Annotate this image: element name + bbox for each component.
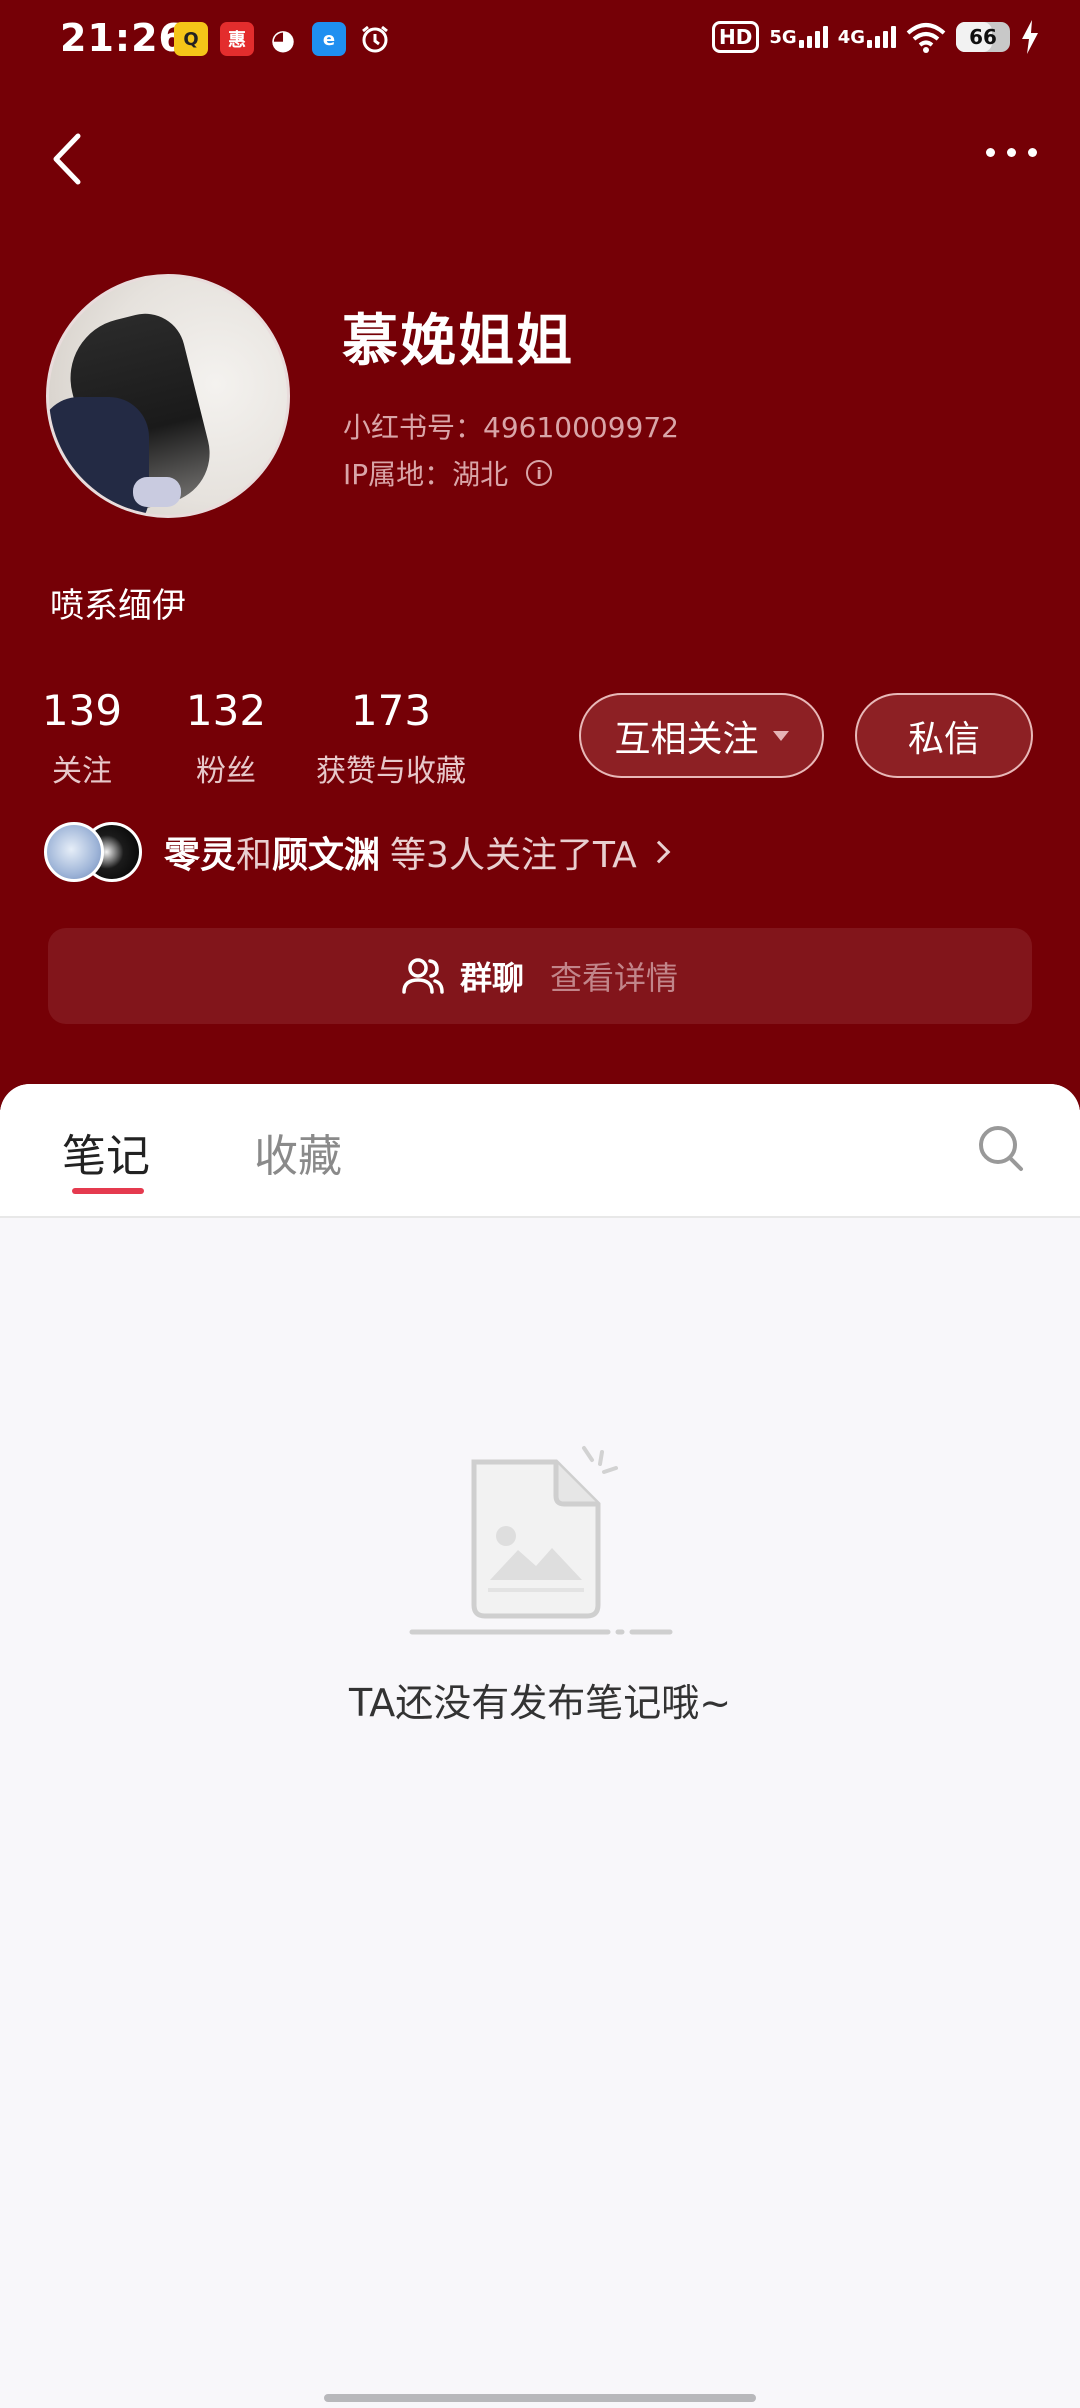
hd-icon: HD xyxy=(712,21,760,53)
message-label: 私信 xyxy=(907,718,980,760)
following-label: 关注 xyxy=(52,754,112,789)
empty-state-message: TA还没有发布笔记哦~ xyxy=(348,1681,732,1725)
red-id[interactable]: 小红书号：49610009972 xyxy=(343,406,679,446)
mutual-name-1: 零灵 xyxy=(164,835,237,876)
nickname: 慕娩姐姐 xyxy=(342,309,574,374)
mutual-followers-text: 零灵 和 顾文渊 等3人关注了TA xyxy=(164,826,671,878)
fans-label: 粉丝 xyxy=(196,754,256,789)
group-icon xyxy=(402,958,444,994)
mutual-follow-label: 互相关注 xyxy=(614,718,759,760)
info-icon[interactable]: i xyxy=(526,460,553,486)
tab-bar: 笔记 收藏 xyxy=(0,1084,1080,1218)
fans-count: 132 xyxy=(185,686,267,735)
wifi-icon xyxy=(906,23,946,53)
bio: 喷系缅伊 xyxy=(50,586,186,626)
caret-down-icon xyxy=(772,730,789,741)
back-button[interactable] xyxy=(44,124,104,194)
alarm-icon xyxy=(358,22,392,56)
likes-label: 获赞与收藏 xyxy=(316,754,466,789)
notification-icons: Q 惠 ◕ e xyxy=(174,22,392,56)
following-stat[interactable]: 139 关注 xyxy=(42,686,122,790)
more-dot-icon xyxy=(985,147,995,157)
avatar[interactable] xyxy=(46,274,290,518)
battery-icon: 66 xyxy=(956,22,1010,52)
tab-notes[interactable]: 笔记 xyxy=(62,1120,150,1184)
search-button[interactable] xyxy=(976,1122,1026,1176)
tab-collections[interactable]: 收藏 xyxy=(254,1120,342,1184)
home-indicator[interactable] xyxy=(324,2394,756,2402)
chevron-left-icon xyxy=(53,133,81,185)
status-time: 21:26 xyxy=(60,16,186,60)
signal-4g-icon: 4G xyxy=(838,26,896,48)
more-dot-icon xyxy=(1027,147,1037,157)
mutual-avatar xyxy=(44,822,104,882)
wechat-icon: ◕ xyxy=(270,22,296,56)
active-tab-indicator xyxy=(72,1188,144,1194)
following-count: 139 xyxy=(41,686,123,735)
likes-count: 173 xyxy=(350,686,432,735)
likes-stat[interactable]: 173 获赞与收藏 xyxy=(310,686,472,790)
ip-location: IP属地：湖北 i xyxy=(343,453,553,493)
mutual-conj: 和 xyxy=(236,835,273,876)
mutual-follow-button[interactable]: 互相关注 xyxy=(579,693,824,778)
empty-notes-icon xyxy=(409,1446,673,1635)
browser-icon: e xyxy=(312,22,346,56)
charging-icon xyxy=(1022,20,1038,54)
signal-5g-icon: 5G xyxy=(769,26,828,48)
profile-stats: 139 关注 132 粉丝 173 获赞与收藏 xyxy=(42,686,472,790)
status-indicators: HD 5G 4G 66 xyxy=(712,20,1040,54)
mutual-suffix: 等3人关注了TA xyxy=(390,835,637,876)
mutual-name-2: 顾文渊 xyxy=(272,835,381,876)
group-chat-detail: 查看详情 xyxy=(550,959,679,997)
qq-icon: Q xyxy=(174,22,208,56)
mutual-followers-row[interactable]: 零灵 和 顾文渊 等3人关注了TA xyxy=(44,822,671,882)
more-dot-icon xyxy=(1006,147,1016,157)
message-button[interactable]: 私信 xyxy=(855,693,1033,778)
status-bar: 21:26 Q 惠 ◕ e HD 5G 4G 66 xyxy=(0,0,1080,84)
app-red-icon: 惠 xyxy=(220,22,254,56)
chevron-right-icon xyxy=(647,840,671,864)
group-chat-label: 群聊 xyxy=(459,959,524,997)
content-panel: 笔记 收藏 xyxy=(0,1084,1080,2408)
ip-location-text: IP属地：湖北 xyxy=(343,458,509,491)
search-icon xyxy=(979,1126,1023,1171)
group-chat-button[interactable]: 群聊 查看详情 xyxy=(48,928,1032,1024)
more-options-button[interactable] xyxy=(976,132,1046,172)
fans-stat[interactable]: 132 粉丝 xyxy=(186,686,266,790)
